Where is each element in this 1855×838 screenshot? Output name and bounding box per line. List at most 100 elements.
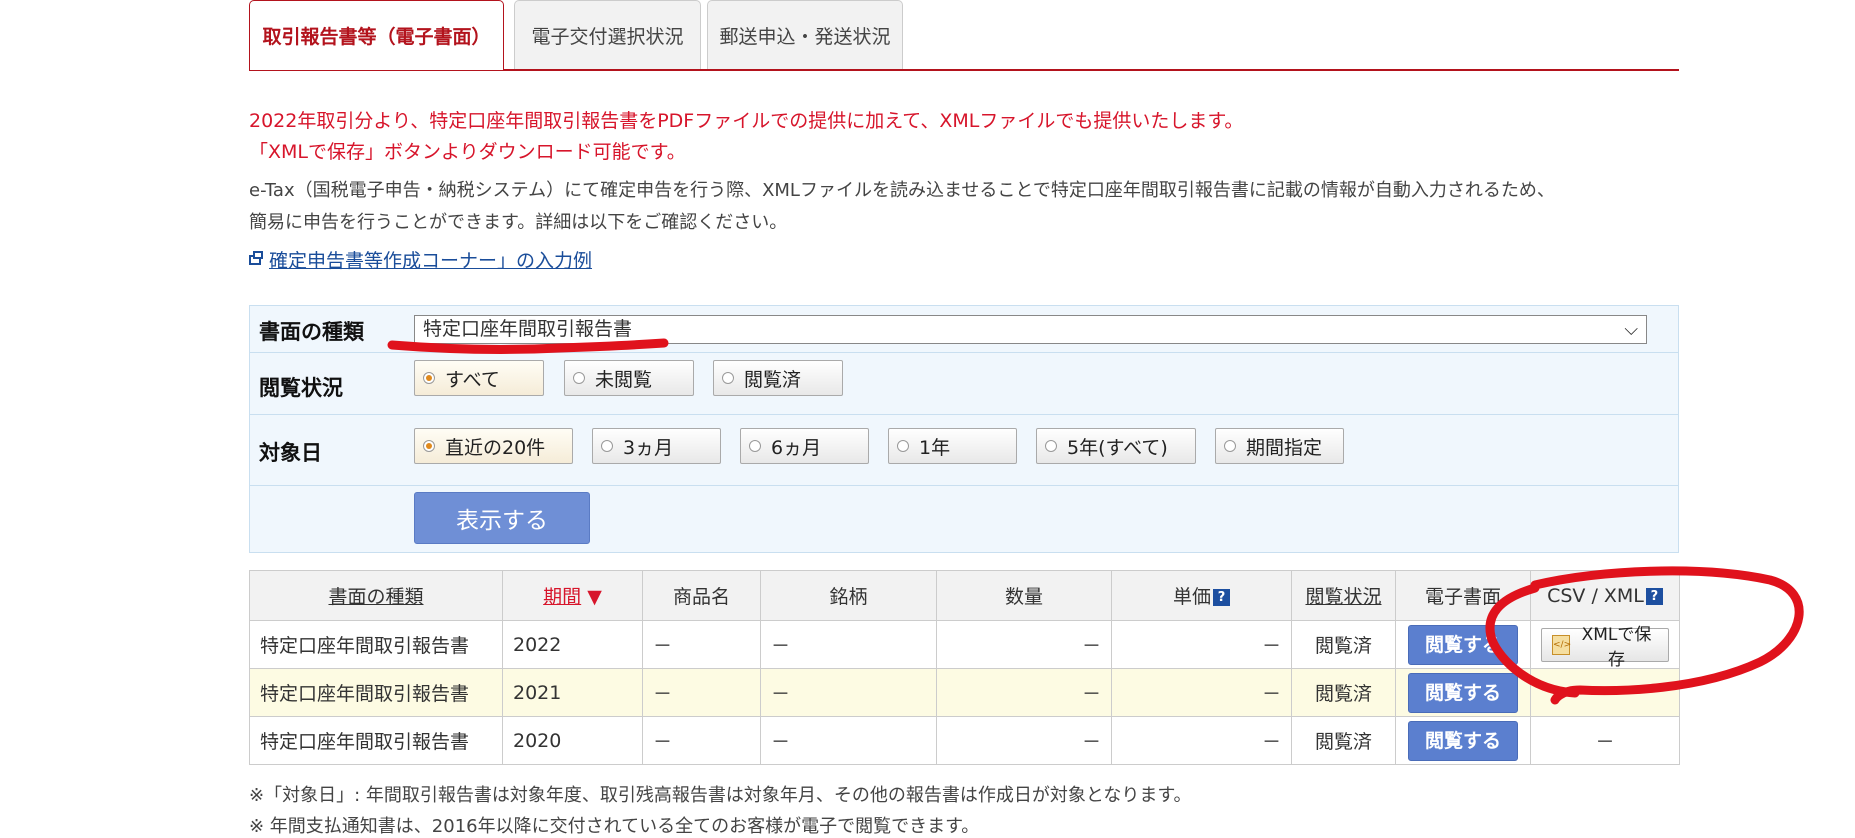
- cell-product: －: [642, 716, 761, 765]
- col-header-csv-xml: CSV / XML?: [1530, 570, 1680, 621]
- col-header-csv-xml-label: CSV / XML: [1547, 584, 1644, 607]
- doc-type-label: 書面の種類: [259, 320, 364, 344]
- col-header-view-status[interactable]: 閲覧状況: [1291, 570, 1396, 621]
- table-header-row: 書面の種類 期間 ▼ 商品名 銘柄 数量 単価? 閲覧状況 電子書面 CSV /…: [249, 570, 1680, 621]
- radio-view-unread[interactable]: 未閲覧: [564, 360, 694, 396]
- radio-label: 閲覧済: [744, 368, 802, 391]
- cell-csv-xml: －: [1530, 716, 1680, 765]
- cell-period: 2021: [502, 668, 643, 717]
- col-header-period[interactable]: 期間 ▼: [502, 570, 643, 621]
- target-date-row: 対象日 直近の20件 3ヵ月 6ヵ月 1年 5年(すべて) 期間指定: [250, 415, 1678, 486]
- doc-type-selected-value: 特定口座年間取引報告書: [423, 318, 633, 340]
- cell-status: 閲覧済: [1291, 668, 1396, 717]
- col-header-brand: 銘柄: [760, 570, 937, 621]
- col-header-product: 商品名: [642, 570, 761, 621]
- cell-e-document: 閲覧する: [1395, 620, 1531, 669]
- cell-product: －: [642, 668, 761, 717]
- radio-label: すべて: [445, 368, 500, 391]
- cell-status: 閲覧済: [1291, 620, 1396, 669]
- cell-price: －: [1111, 668, 1292, 717]
- col-header-period-link[interactable]: 期間: [543, 586, 581, 608]
- cell-doc-type: 特定口座年間取引報告書: [249, 716, 503, 765]
- col-header-view-status-link[interactable]: 閲覧状況: [1305, 586, 1381, 608]
- radio-view-read[interactable]: 閲覧済: [713, 360, 843, 396]
- radio-dot-icon: [897, 440, 909, 452]
- radio-label: 1年: [919, 436, 951, 459]
- filter-panel: 書面の種類 特定口座年間取引報告書 ⌵ 閲覧状況 すべて 未閲覧 閲覧済 対象日…: [249, 305, 1679, 553]
- radio-dot-icon: [722, 372, 734, 384]
- cell-period: 2020: [502, 716, 643, 765]
- cell-quantity: －: [936, 620, 1112, 669]
- cell-csv-xml: －: [1530, 668, 1680, 717]
- col-header-doc-type[interactable]: 書面の種類: [249, 570, 503, 621]
- cell-e-document: 閲覧する: [1395, 716, 1531, 765]
- tab-transaction-reports[interactable]: 取引報告書等（電子書面）: [249, 0, 504, 70]
- cell-brand: －: [760, 668, 937, 717]
- tab-electronic-delivery-status[interactable]: 電子交付選択状況: [514, 0, 701, 69]
- help-icon[interactable]: ?: [1213, 589, 1230, 606]
- cell-doc-type: 特定口座年間取引報告書: [249, 620, 503, 669]
- xml-file-icon: </>: [1552, 634, 1571, 655]
- description-line-1: e-Tax（国税電子申告・納税システム）にて確定申告を行う際、XMLファイルを読…: [249, 180, 1555, 201]
- cell-price: －: [1111, 716, 1292, 765]
- radio-date-recent-20[interactable]: 直近の20件: [414, 428, 573, 464]
- radio-dot-icon: [573, 372, 585, 384]
- table-row: 特定口座年間取引報告書 2022 － － － － 閲覧済 閲覧する </> XM…: [249, 620, 1680, 670]
- radio-label: 3ヵ月: [623, 436, 674, 459]
- radio-dot-icon: [601, 440, 613, 452]
- table-row: 特定口座年間取引報告書 2021 － － － － 閲覧済 閲覧する －: [249, 668, 1680, 717]
- cell-product: －: [642, 620, 761, 669]
- footnote-2: ※ 年間支払通知書は、2016年以降に交付されている全てのお客様が電子で閲覧でき…: [249, 816, 980, 837]
- radio-dot-icon: [423, 440, 435, 452]
- help-icon[interactable]: ?: [1645, 587, 1663, 605]
- radio-view-all[interactable]: すべて: [414, 360, 544, 396]
- view-status-label: 閲覧状況: [259, 376, 343, 400]
- radio-date-3-months[interactable]: 3ヵ月: [592, 428, 721, 464]
- cell-e-document: 閲覧する: [1395, 668, 1531, 717]
- table-row: 特定口座年間取引報告書 2020 － － － － 閲覧済 閲覧する －: [249, 716, 1680, 765]
- cell-doc-type: 特定口座年間取引報告書: [249, 668, 503, 717]
- radio-date-custom-period[interactable]: 期間指定: [1215, 428, 1344, 464]
- cell-csv-xml: </> XMLで保存: [1530, 620, 1680, 670]
- input-example-link-row[interactable]: 確定申告書等作成コーナー」の入力例: [249, 246, 592, 273]
- cell-brand: －: [760, 620, 937, 669]
- view-button[interactable]: 閲覧する: [1408, 624, 1518, 665]
- col-header-quantity: 数量: [936, 570, 1112, 621]
- col-header-price-label: 単価: [1172, 586, 1211, 608]
- cell-quantity: －: [936, 668, 1112, 717]
- external-window-icon: [249, 250, 263, 265]
- results-table: 書面の種類 期間 ▼ 商品名 銘柄 数量 単価? 閲覧状況 電子書面 CSV /…: [249, 570, 1680, 765]
- radio-date-5-years[interactable]: 5年(すべて): [1036, 428, 1196, 464]
- chevron-down-icon: ⌵: [1624, 319, 1638, 340]
- cell-status: 閲覧済: [1291, 716, 1396, 765]
- save-xml-button[interactable]: </> XMLで保存: [1541, 625, 1669, 670]
- view-button[interactable]: 閲覧する: [1408, 672, 1518, 713]
- radio-label: 期間指定: [1246, 436, 1323, 459]
- cell-quantity: －: [936, 716, 1112, 765]
- notice-line-2: 「XMLで保存」ボタンよりダウンロード可能です。: [249, 141, 686, 163]
- sort-desc-icon: ▼: [587, 586, 602, 608]
- target-date-label: 対象日: [259, 441, 322, 465]
- cell-price: －: [1111, 620, 1292, 669]
- view-button[interactable]: 閲覧する: [1408, 720, 1518, 761]
- radio-dot-icon: [1224, 440, 1236, 452]
- radio-date-1-year[interactable]: 1年: [888, 428, 1017, 464]
- tab-mail-status[interactable]: 郵送申込・発送状況: [707, 0, 903, 69]
- col-header-doc-type-link[interactable]: 書面の種類: [328, 586, 423, 608]
- radio-date-6-months[interactable]: 6ヵ月: [740, 428, 869, 464]
- cell-period: 2022: [502, 620, 643, 669]
- radio-dot-icon: [1045, 440, 1057, 452]
- input-example-link[interactable]: 確定申告書等作成コーナー」の入力例: [269, 246, 592, 273]
- cell-brand: －: [760, 716, 937, 765]
- footnote-1: ※「対象日」: 年間取引報告書は対象年度、取引残高報告書は対象年月、その他の報告…: [249, 785, 1192, 806]
- display-button[interactable]: 表示する: [414, 492, 590, 544]
- view-status-row: 閲覧状況 すべて 未閲覧 閲覧済: [250, 353, 1678, 415]
- radio-dot-icon: [423, 372, 435, 384]
- notice-line-1: 2022年取引分より、特定口座年間取引報告書をPDFファイルでの提供に加えて、X…: [249, 110, 1244, 132]
- save-xml-label: XMLで保存: [1581, 624, 1652, 670]
- radio-dot-icon: [749, 440, 761, 452]
- radio-label: 直近の20件: [445, 436, 546, 459]
- col-header-price: 単価?: [1111, 570, 1292, 621]
- doc-type-row: 書面の種類 特定口座年間取引報告書 ⌵: [250, 306, 1678, 353]
- doc-type-select[interactable]: 特定口座年間取引報告書 ⌵: [414, 315, 1647, 344]
